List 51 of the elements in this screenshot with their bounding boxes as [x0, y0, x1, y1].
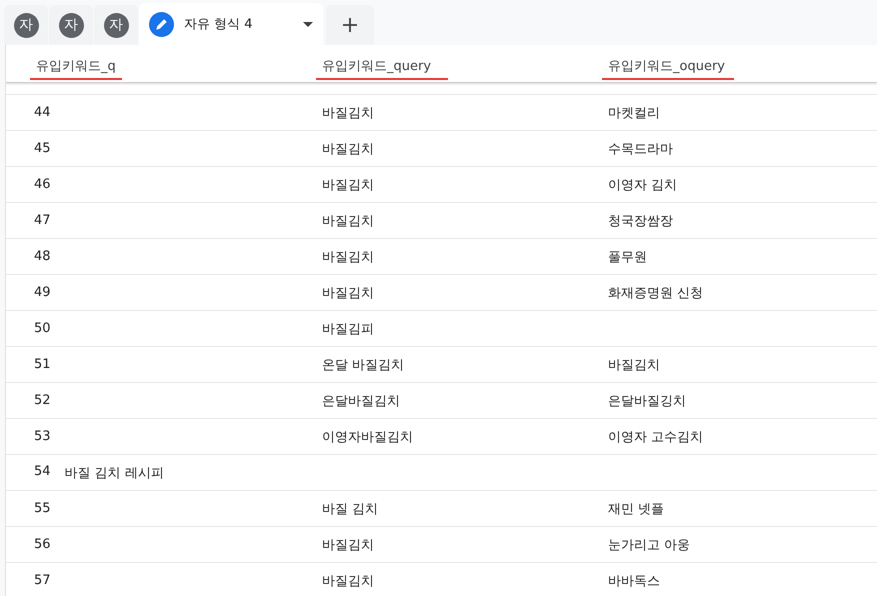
table-cell: 바질김치 — [322, 214, 374, 228]
table-cell: 마켓컬리 — [608, 106, 660, 120]
table-cell: 이영자바질김치 — [322, 430, 413, 444]
row-number: 51 — [34, 357, 51, 372]
table-cell: 바질김치 — [322, 538, 374, 552]
row-number: 53 — [34, 429, 51, 444]
column-header[interactable]: 유입키워드_oquery — [606, 57, 729, 78]
row-number: 48 — [34, 249, 51, 264]
column-header[interactable]: 유입키워드_query — [320, 57, 436, 78]
table-cell: 바질김치 — [322, 178, 374, 192]
table-cell: 바질김치 — [608, 358, 660, 372]
table-cell: 바질김피 — [322, 322, 374, 336]
row-number: 50 — [34, 321, 51, 336]
row-number: 54 — [34, 464, 51, 480]
row-number: 46 — [34, 177, 51, 192]
sheet-tab[interactable]: 자 — [94, 5, 138, 45]
sheet-tab[interactable]: 자 — [49, 5, 93, 45]
caret-icon[interactable] — [303, 22, 313, 26]
table-cell: 바질 김치 — [322, 502, 378, 516]
row-number: 45 — [34, 141, 51, 156]
row-number: 44 — [34, 105, 51, 120]
row-number: 55 — [34, 501, 51, 516]
table-cell: 이영자 고수김치 — [608, 430, 704, 444]
sheet-tab[interactable]: 자유 형식 4 — [139, 3, 323, 45]
row-number: 49 — [34, 285, 51, 300]
table-cell: 은달바질김치 — [322, 394, 400, 408]
add-tab-button[interactable] — [326, 5, 374, 45]
table-cell: 바질김치 — [322, 250, 374, 264]
table-cell: 온달 바질김치 — [322, 358, 404, 372]
table-cell: 바질김치 — [322, 142, 374, 156]
table-cell: 재민 넷플 — [608, 502, 664, 516]
table-cell: 이영자 김치 — [608, 178, 678, 192]
table-cell-text: 바질 김치 레시피 — [64, 464, 164, 482]
pencil-icon — [149, 12, 174, 36]
table-cell: 바질김치 — [322, 286, 374, 300]
table-cell: 은달바질깅치 — [608, 394, 686, 408]
plus-icon — [342, 17, 358, 33]
table-cell: 풀무원 — [608, 250, 647, 264]
row-number: 52 — [34, 393, 51, 408]
row-number: 57 — [34, 573, 51, 588]
table-cell: 청국장쌈장 — [608, 214, 673, 228]
sheet-tab[interactable]: 자 — [4, 5, 48, 45]
table-cell: 바질김치 — [322, 574, 374, 588]
row-number: 56 — [34, 537, 51, 552]
table-cell: 수목드라마 — [608, 142, 673, 156]
column-header[interactable]: 유입키워드_q — [34, 57, 120, 78]
table-cell: 눈가리고 아웅 — [608, 538, 690, 552]
table-cell: 바질김치 — [322, 106, 374, 120]
row-number: 47 — [34, 213, 51, 228]
table-cell: 바바독스 — [608, 574, 660, 588]
table-cell: 화재증명원 신청 — [608, 286, 704, 300]
